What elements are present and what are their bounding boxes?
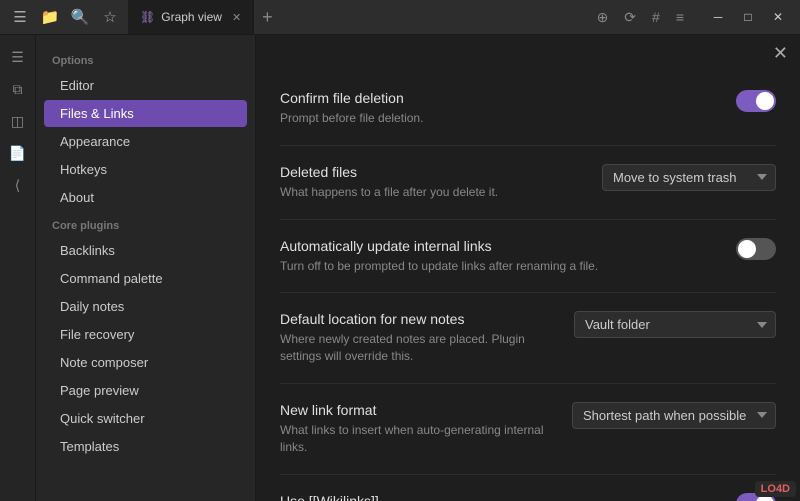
sidebar-item-editor[interactable]: Editor (44, 72, 247, 99)
setting-deleted-files: Deleted files What happens to a file aft… (280, 146, 776, 220)
setting-control (736, 238, 776, 260)
sidebar-item-daily-notes[interactable]: Daily notes (44, 293, 247, 320)
setting-name: Default location for new notes (280, 311, 554, 327)
setting-text: Confirm file deletion Prompt before file… (280, 90, 716, 127)
options-label: Options (36, 47, 255, 71)
sidebar-icon-graph[interactable]: ◫ (4, 107, 32, 135)
titlebar-right: ⊕ ⟳ # ≡ (591, 7, 690, 28)
sidebar-icon-files[interactable]: ☰ (4, 43, 32, 71)
graph-view-tab[interactable]: ⛓ Graph view ✕ (128, 0, 254, 34)
maximize-btn[interactable]: □ (734, 5, 762, 29)
auto-update-links-toggle[interactable] (736, 238, 776, 260)
setting-default-location-notes: Default location for new notes Where new… (280, 293, 776, 384)
close-btn[interactable]: ✕ (764, 5, 792, 29)
main-area: ☰ ⧉ ◫ 📄 ⟨ Options Editor Files & Links A… (0, 35, 800, 501)
sidebar-item-page-preview[interactable]: Page preview (44, 377, 247, 404)
graph-tab-icon: ⛓ (140, 10, 155, 24)
setting-desc: What happens to a file after you delete … (280, 184, 582, 201)
minimize-btn[interactable]: ─ (704, 5, 732, 29)
sidebar-icon-chevron[interactable]: ⟨ (4, 171, 32, 199)
close-settings-btn[interactable]: ✕ (773, 43, 788, 64)
setting-name: Confirm file deletion (280, 90, 716, 106)
setting-new-link-format: New link format What links to insert whe… (280, 384, 776, 475)
setting-name: New link format (280, 402, 552, 418)
setting-control: Vault folder Root folder Same folder as … (574, 311, 776, 338)
lo4d-watermark: LO4D (755, 481, 796, 497)
setting-text: Automatically update internal links Turn… (280, 238, 716, 275)
lo4d-accent: 4D (776, 483, 790, 495)
deleted-files-select[interactable]: Move to system trash Move to Obsidian tr… (602, 164, 776, 191)
new-tab-btn[interactable]: + (254, 7, 281, 28)
bookmark-btn[interactable]: ☆ (98, 5, 122, 29)
setting-desc: What links to insert when auto-generatin… (280, 422, 552, 456)
folder-btn[interactable]: 📁 (38, 5, 62, 29)
setting-control: Move to system trash Move to Obsidian tr… (602, 164, 776, 191)
setting-text: New link format What links to insert whe… (280, 402, 552, 456)
sidebar-item-about[interactable]: About (44, 184, 247, 211)
sidebar-item-backlinks[interactable]: Backlinks (44, 237, 247, 264)
icon-sidebar: ☰ ⧉ ◫ 📄 ⟨ (0, 35, 36, 501)
setting-name: Automatically update internal links (280, 238, 716, 254)
setting-desc: Prompt before file deletion. (280, 110, 716, 127)
core-plugins-label: Core plugins (36, 212, 255, 236)
setting-text: Default location for new notes Where new… (280, 311, 554, 365)
setting-text: Deleted files What happens to a file aft… (280, 164, 582, 201)
settings-content: ✕ Confirm file deletion Prompt before fi… (256, 35, 800, 501)
setting-control: Shortest path when possible Relative pat… (572, 402, 776, 429)
setting-use-wikilinks: Use [[Wikilinks]] Auto-generate Wikilink… (280, 475, 776, 501)
new-link-format-select[interactable]: Shortest path when possible Relative pat… (572, 402, 776, 429)
settings-header: ✕ (256, 35, 800, 72)
sidebar-item-quick-switcher[interactable]: Quick switcher (44, 405, 247, 432)
confirm-deletion-toggle[interactable] (736, 90, 776, 112)
lo4d-text: LO (761, 483, 776, 495)
sidebar-item-templates[interactable]: Templates (44, 433, 247, 460)
sync-btn[interactable]: ⟳ (618, 7, 642, 28)
window-controls: ─ □ ✕ (704, 5, 792, 29)
setting-control (736, 90, 776, 112)
publish-btn[interactable]: ⊕ (591, 7, 615, 28)
search-btn[interactable]: 🔍 (68, 5, 92, 29)
default-location-notes-select[interactable]: Vault folder Root folder Same folder as … (574, 311, 776, 338)
setting-auto-update-links: Automatically update internal links Turn… (280, 220, 776, 294)
setting-name: Use [[Wikilinks]] (280, 493, 716, 501)
sidebar-item-file-recovery[interactable]: File recovery (44, 321, 247, 348)
tab-close-btn[interactable]: ✕ (232, 11, 241, 24)
titlebar: ☰ 📁 🔍 ☆ ⛓ Graph view ✕ + ⊕ ⟳ # ≡ ─ □ ✕ (0, 0, 800, 35)
sidebar-icon-calendar[interactable]: 📄 (4, 139, 32, 167)
setting-confirm-file-deletion: Confirm file deletion Prompt before file… (280, 72, 776, 146)
sidebar-item-files-links[interactable]: Files & Links (44, 100, 247, 127)
sidebar-icon-search[interactable]: ⧉ (4, 75, 32, 103)
settings-sidebar: Options Editor Files & Links Appearance … (36, 35, 256, 501)
setting-text: Use [[Wikilinks]] Auto-generate Wikilink… (280, 493, 716, 501)
graph-btn[interactable]: # (646, 7, 666, 27)
settings-body: Confirm file deletion Prompt before file… (256, 72, 800, 501)
setting-desc: Where newly created notes are placed. Pl… (280, 331, 554, 365)
menu-btn[interactable]: ≡ (670, 7, 690, 27)
tab-label: Graph view (161, 10, 222, 24)
hamburger-btn[interactable]: ☰ (8, 5, 32, 29)
sidebar-item-appearance[interactable]: Appearance (44, 128, 247, 155)
tab-area: ⛓ Graph view ✕ + (128, 0, 585, 34)
setting-name: Deleted files (280, 164, 582, 180)
sidebar-item-hotkeys[interactable]: Hotkeys (44, 156, 247, 183)
setting-desc: Turn off to be prompted to update links … (280, 258, 716, 275)
sidebar-item-command-palette[interactable]: Command palette (44, 265, 247, 292)
sidebar-item-note-composer[interactable]: Note composer (44, 349, 247, 376)
